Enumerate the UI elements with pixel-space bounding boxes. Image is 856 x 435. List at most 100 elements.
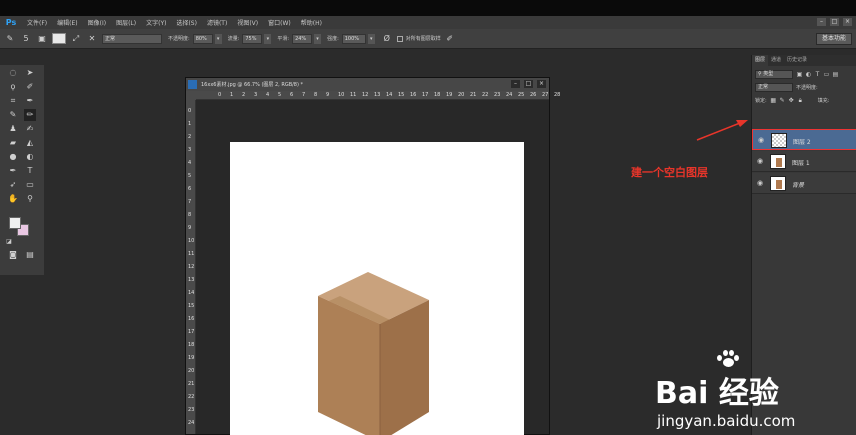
filter-smart-icon[interactable]: ▤: [832, 71, 839, 78]
hand-tool-icon[interactable]: ✋: [7, 193, 19, 205]
blur-tool-icon[interactable]: ●: [7, 151, 19, 163]
doc-minimize-icon[interactable]: –: [511, 80, 520, 88]
ruler-vertical[interactable]: 0 1 2 3 4 5 6 7 8 9 10 11 12 13 14 15 16 17 18 19 20 21 22 23 24: [186, 100, 196, 434]
lock-position-icon[interactable]: ✥: [788, 97, 795, 104]
menu-select[interactable]: 选择(S): [171, 18, 202, 27]
ruler-tick-label: 24: [188, 420, 195, 426]
quick-mask-icon[interactable]: ◙: [7, 249, 19, 261]
healing-brush-tool-icon[interactable]: ✎: [7, 109, 19, 121]
menu-help[interactable]: 帮助(H): [296, 18, 327, 27]
filter-row: ⚲ 类型 ▣ ◐ T ▭ ▤: [752, 68, 856, 81]
lasso-tool-icon[interactable]: ϙ: [7, 81, 19, 93]
filter-adjust-icon[interactable]: ◐: [805, 71, 812, 78]
smooth-field[interactable]: 24%: [292, 33, 313, 44]
layer-row[interactable]: ◉ 背景: [752, 173, 856, 194]
visibility-eye-icon[interactable]: ◉: [755, 179, 765, 188]
pressure-size-icon[interactable]: ✐: [444, 33, 456, 45]
marquee-tool-icon[interactable]: ◌: [7, 67, 19, 79]
layer-row[interactable]: ◉ 图层 1: [752, 151, 856, 172]
airbrush-icon[interactable]: ✕: [86, 33, 98, 45]
ruler-tick-label: 3: [254, 92, 258, 98]
strength-field[interactable]: 100%: [341, 33, 366, 44]
brush-tool-icon[interactable]: ✎: [4, 33, 16, 45]
filter-pixel-icon[interactable]: ▣: [796, 71, 803, 78]
screen-mode-icon[interactable]: ▤: [24, 249, 36, 261]
shape-tool-icon[interactable]: ▭: [24, 179, 36, 191]
history-brush-tool-icon[interactable]: ✍: [24, 123, 36, 135]
menu-type[interactable]: 文字(Y): [141, 18, 171, 27]
menu-view[interactable]: 视图(V): [232, 18, 263, 27]
foreground-color-swatch[interactable]: [9, 217, 21, 229]
restore-icon[interactable]: □: [830, 18, 839, 26]
tab-layers[interactable]: 图层: [752, 55, 769, 66]
brush-panel-icon[interactable]: ▣: [36, 33, 48, 45]
ruler-tick-label: 24: [506, 92, 513, 98]
mode-select[interactable]: 正常: [102, 33, 162, 44]
path-select-tool-icon[interactable]: ➶: [7, 179, 19, 191]
filter-type-icon[interactable]: T: [814, 71, 821, 78]
flow-dropdown-icon[interactable]: ▾: [264, 33, 272, 44]
eraser-tool-icon[interactable]: ▰: [7, 137, 19, 149]
minimize-icon[interactable]: –: [817, 18, 826, 26]
flow-field[interactable]: 75%: [242, 33, 263, 44]
zoom-tool-icon[interactable]: ⚲: [24, 193, 36, 205]
ruler-tick-label: 3: [188, 147, 192, 153]
layer-filter-select[interactable]: ⚲ 类型: [755, 70, 793, 79]
menu-layer[interactable]: 图层(L): [111, 18, 141, 27]
pressure-icon[interactable]: ⤢: [70, 33, 82, 45]
ruler-horizontal[interactable]: 0 1 2 3 4 5 6 7 8 9 10 11 12 13 14 15 16 17 18 19 20 21 22 23 24…: [196, 91, 560, 100]
dodge-tool-icon[interactable]: ◐: [24, 151, 36, 163]
ruler-tick-label: 27: [542, 92, 549, 98]
menu-file[interactable]: 文件(F): [22, 18, 52, 27]
sample-all-checkbox[interactable]: [396, 35, 403, 42]
ruler-tick-label: 8: [314, 92, 318, 98]
visibility-eye-icon[interactable]: ◉: [756, 136, 766, 145]
lock-paint-icon[interactable]: ✎: [779, 97, 786, 104]
document-canvas[interactable]: [230, 142, 524, 435]
opacity-field[interactable]: 80%: [192, 33, 213, 44]
menu-filter[interactable]: 滤镜(T): [202, 18, 232, 27]
tab-history[interactable]: 历史记录: [784, 55, 810, 66]
brush-tool-icon[interactable]: ✏: [24, 109, 36, 121]
doc-close-icon[interactable]: ×: [537, 80, 546, 88]
type-tool-icon[interactable]: T: [24, 165, 36, 177]
menu-edit[interactable]: 编辑(E): [52, 18, 82, 27]
layer-thumbnail: [770, 154, 786, 169]
pen-tool-icon[interactable]: ✒: [7, 165, 19, 177]
tab-channels[interactable]: 通道: [768, 55, 784, 66]
ruler-tick-label: 18: [188, 342, 195, 348]
opacity-dropdown-icon[interactable]: ▾: [214, 33, 222, 44]
lock-all-icon[interactable]: 🔒︎: [797, 97, 804, 104]
close-icon[interactable]: ×: [843, 18, 852, 26]
angle-icon[interactable]: Ø: [381, 33, 393, 45]
ruler-tick-label: 13: [374, 92, 381, 98]
visibility-eye-icon[interactable]: ◉: [755, 157, 765, 166]
paint-bucket-tool-icon[interactable]: ◭: [24, 137, 36, 149]
ruler-tick-label: 26: [530, 92, 537, 98]
clone-stamp-tool-icon[interactable]: ♟: [7, 123, 19, 135]
strength-dropdown-icon[interactable]: ▾: [367, 33, 375, 44]
doc-restore-icon[interactable]: □: [524, 80, 533, 88]
crop-tool-icon[interactable]: ⌗: [7, 95, 19, 107]
brush-size-indicator[interactable]: 5: [20, 33, 32, 45]
workspace-select[interactable]: 基本功能: [815, 33, 852, 45]
move-tool-icon[interactable]: ➤: [24, 67, 36, 79]
blend-mode-select[interactable]: 正常: [755, 83, 793, 92]
filter-shape-icon[interactable]: ▭: [823, 71, 830, 78]
lock-transparent-icon[interactable]: ▦: [770, 97, 777, 104]
menu-window[interactable]: 窗口(W): [263, 18, 296, 27]
ruler-tick-label: 6: [290, 92, 294, 98]
brush-preset-swatch[interactable]: [52, 33, 66, 44]
default-colors-icon[interactable]: ◪: [3, 236, 15, 248]
lock-label: 锁定:: [755, 98, 767, 104]
annotation-text: 建一个空白图层: [631, 166, 708, 179]
ruler-tick-label: 15: [398, 92, 405, 98]
eyedropper-tool-icon[interactable]: ✒: [24, 95, 36, 107]
panel-tabs: 图层 通道 历史记录: [752, 55, 856, 66]
smooth-dropdown-icon[interactable]: ▾: [314, 33, 322, 44]
document-tab[interactable]: 16xx6素材.jpg @ 66.7% (图层 2, RGB/8) * – □ …: [186, 78, 549, 91]
layer-row[interactable]: ◉ 图层 2: [752, 129, 856, 150]
layer-name: 图层 1: [792, 160, 810, 167]
quick-select-tool-icon[interactable]: ✐: [24, 81, 36, 93]
menu-image[interactable]: 图像(I): [83, 18, 111, 27]
